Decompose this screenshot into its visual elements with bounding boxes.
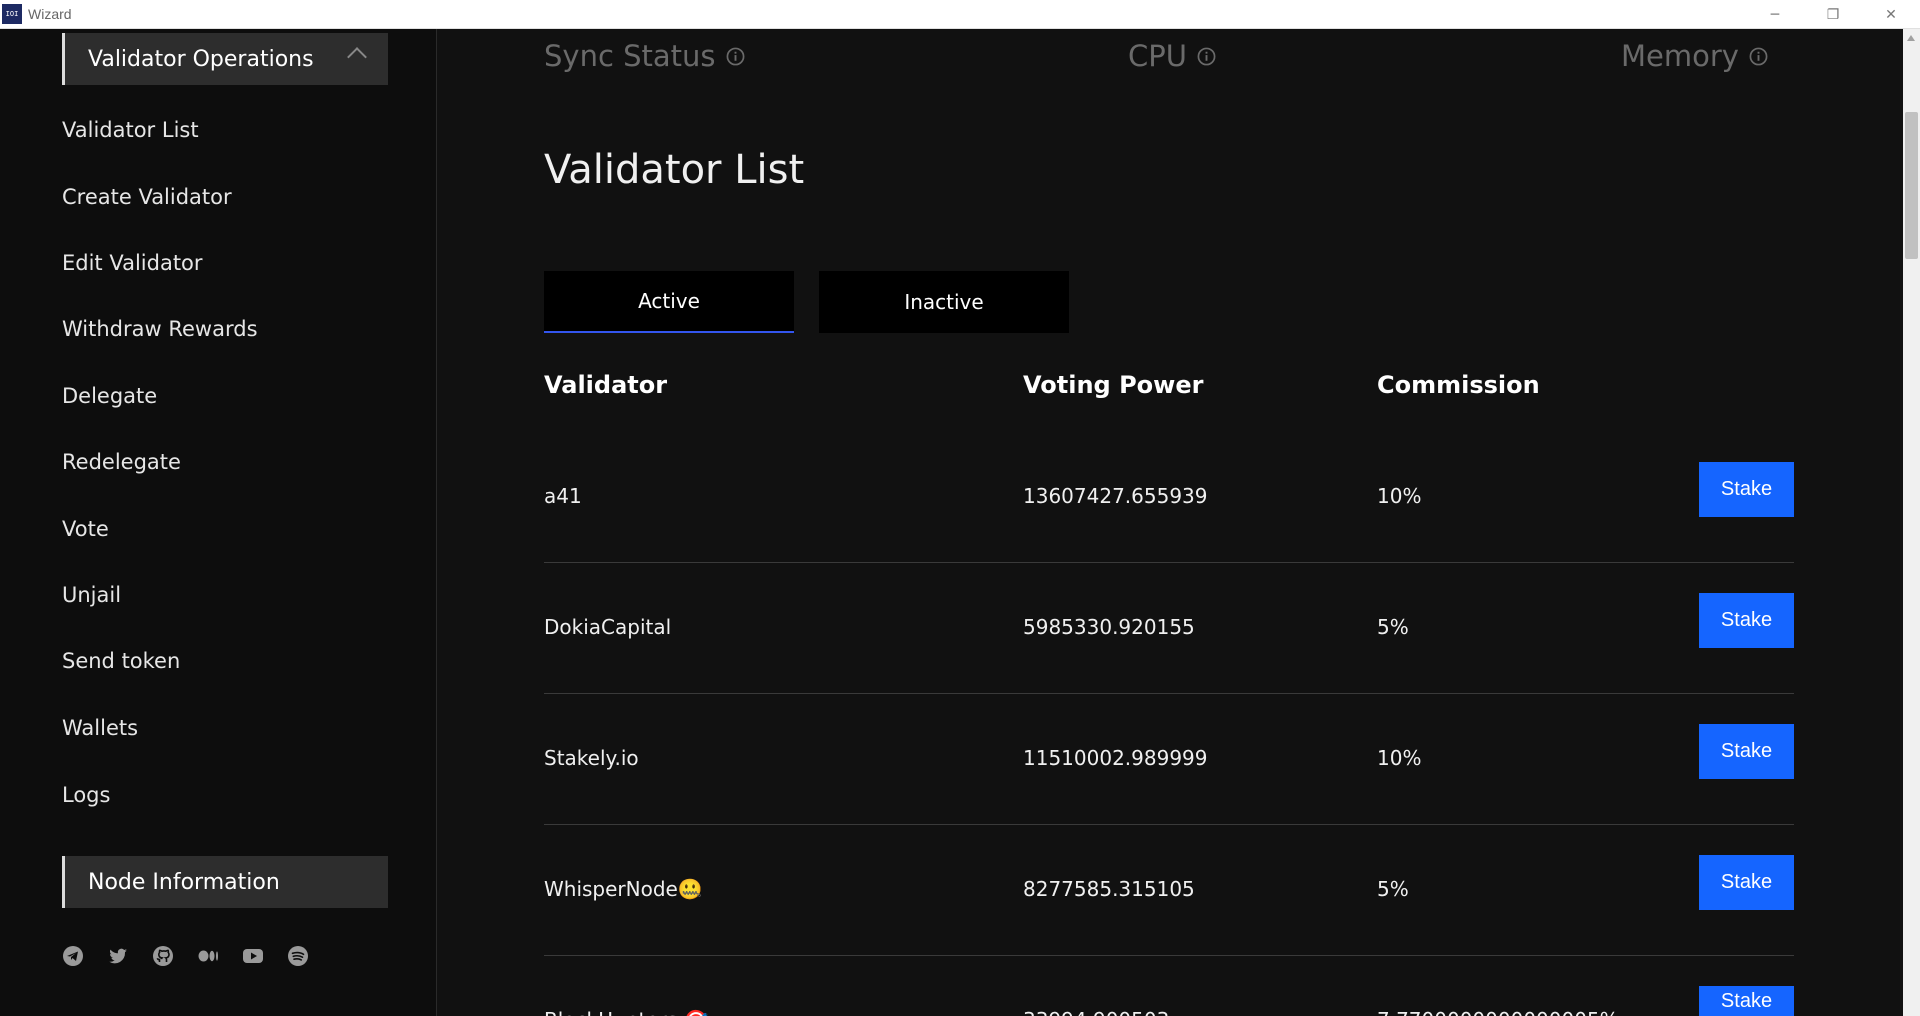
table-row: BlockHunters 🎯 33994.900503 7.7700000000…	[544, 956, 1794, 1016]
sidebar-item-vote[interactable]: Vote	[62, 517, 109, 541]
window-controls: ─ ❐ ✕	[1746, 0, 1920, 29]
twitter-icon[interactable]	[107, 945, 129, 967]
scrollbar-thumb[interactable]	[1905, 112, 1918, 259]
commission: 10%	[1377, 746, 1422, 770]
voting-power: 11510002.989999	[1023, 746, 1208, 770]
node-information-header[interactable]: Node Information	[62, 856, 388, 908]
sync-status-stat: Sync Status	[544, 39, 745, 73]
validator-name: BlockHunters 🎯	[544, 1008, 709, 1016]
stake-button[interactable]: Stake	[1699, 724, 1794, 779]
spotify-icon[interactable]	[287, 945, 309, 967]
stat-label: Memory	[1621, 39, 1739, 73]
tab-active[interactable]: Active	[544, 271, 794, 333]
voting-power: 8277585.315105	[1023, 877, 1195, 901]
section-title: Validator Operations	[88, 46, 314, 72]
page-title: Validator List	[544, 147, 805, 193]
minimize-button[interactable]: ─	[1746, 0, 1804, 29]
chevron-up-icon[interactable]	[347, 47, 367, 67]
voting-power: 13607427.655939	[1023, 484, 1208, 508]
social-links	[62, 945, 309, 967]
validator-name: a41	[544, 484, 582, 508]
validator-name: WhisperNode🤐	[544, 877, 703, 901]
table-row: WhisperNode🤐 8277585.315105 5% Stake	[544, 825, 1794, 956]
commission: 10%	[1377, 484, 1422, 508]
sidebar-item-validator-list[interactable]: Validator List	[62, 118, 199, 142]
sidebar-item-send-token[interactable]: Send token	[62, 649, 180, 673]
stat-label: CPU	[1128, 39, 1187, 73]
vertical-scrollbar[interactable]	[1903, 29, 1920, 1016]
window-title: Wizard	[28, 6, 72, 22]
sidebar: Validator Operations Validator List Crea…	[0, 29, 437, 1016]
window-titlebar: IOI Wizard ─ ❐ ✕	[0, 0, 1920, 29]
close-button[interactable]: ✕	[1862, 0, 1920, 29]
telegram-icon[interactable]	[62, 945, 84, 967]
sidebar-item-delegate[interactable]: Delegate	[62, 384, 157, 408]
stake-button[interactable]: Stake	[1699, 462, 1794, 517]
table-row: a41 13607427.655939 10% Stake	[544, 432, 1794, 563]
table-row: Stakely.io 11510002.989999 10% Stake	[544, 694, 1794, 825]
stake-button[interactable]: Stake	[1699, 593, 1794, 648]
sidebar-item-create-validator[interactable]: Create Validator	[62, 185, 232, 209]
youtube-icon[interactable]	[242, 945, 264, 967]
scroll-up-arrow-icon[interactable]	[1907, 35, 1915, 41]
medium-icon[interactable]	[197, 945, 219, 967]
stat-label: Sync Status	[544, 39, 716, 73]
main-content: Sync Status CPU Memory Validator List Ac…	[438, 29, 1903, 1016]
table-row: DokiaCapital 5985330.920155 5% Stake	[544, 563, 1794, 694]
column-header-voting-power: Voting Power	[1023, 371, 1204, 399]
validator-operations-header[interactable]: Validator Operations	[62, 33, 388, 85]
github-icon[interactable]	[152, 945, 174, 967]
sidebar-item-redelegate[interactable]: Redelegate	[62, 450, 181, 474]
sidebar-item-wallets[interactable]: Wallets	[62, 716, 138, 740]
sidebar-item-unjail[interactable]: Unjail	[62, 583, 121, 607]
stake-button[interactable]: Stake	[1699, 986, 1794, 1016]
info-icon[interactable]	[1749, 47, 1768, 66]
sidebar-item-withdraw-rewards[interactable]: Withdraw Rewards	[62, 317, 258, 341]
stake-button[interactable]: Stake	[1699, 855, 1794, 910]
commission: 5%	[1377, 877, 1409, 901]
restore-button[interactable]: ❐	[1804, 0, 1862, 29]
column-header-commission: Commission	[1377, 371, 1540, 399]
validator-name: DokiaCapital	[544, 615, 672, 639]
column-header-validator: Validator	[544, 371, 668, 399]
voting-power: 33994.900503	[1023, 1008, 1169, 1016]
info-icon[interactable]	[726, 47, 745, 66]
commission: 7.7700000000000005%	[1377, 1008, 1619, 1016]
sidebar-item-edit-validator[interactable]: Edit Validator	[62, 251, 203, 275]
cpu-stat: CPU	[1128, 39, 1216, 73]
section-title: Node Information	[88, 869, 280, 895]
memory-stat: Memory	[1621, 39, 1768, 73]
app-icon: IOI	[2, 4, 22, 24]
sidebar-item-logs[interactable]: Logs	[62, 783, 110, 807]
tab-inactive[interactable]: Inactive	[819, 271, 1069, 333]
commission: 5%	[1377, 615, 1409, 639]
info-icon[interactable]	[1197, 47, 1216, 66]
voting-power: 5985330.920155	[1023, 615, 1195, 639]
validator-name: Stakely.io	[544, 746, 639, 770]
